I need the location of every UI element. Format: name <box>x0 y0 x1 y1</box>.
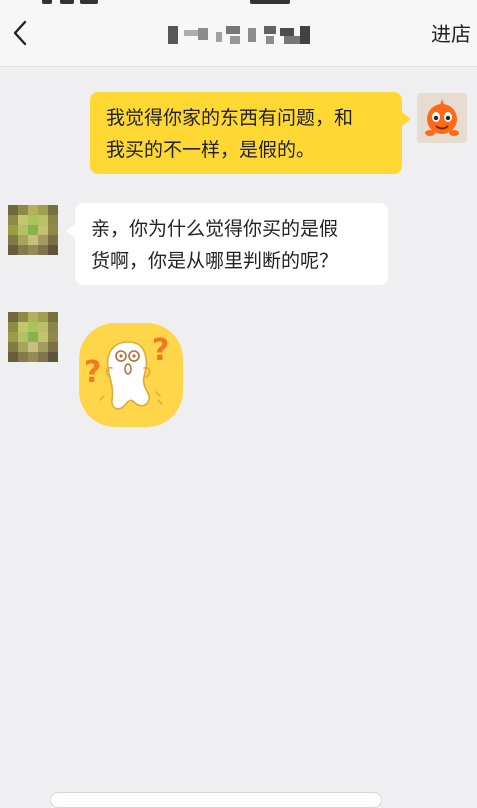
pixelated-avatar-image <box>8 205 58 255</box>
my-avatar[interactable] <box>417 93 467 143</box>
bubble-tail <box>402 112 411 126</box>
shop-title-redacted <box>168 24 312 46</box>
message-line: 我买的不一样，是假的。 <box>106 139 316 161</box>
confused-ghost-icon: ? ? <box>79 323 183 427</box>
my-message-bubble: 我觉得你家的东西有问题，和 我买的不一样，是假的。 <box>90 92 402 174</box>
navigation-bar: 进店 <box>0 0 477 67</box>
message-line: 我觉得你家的东西有问题，和 <box>106 107 354 129</box>
input-bar-edge[interactable] <box>50 792 382 808</box>
pixelated-avatar-image <box>8 312 58 362</box>
message-line: 亲，你为什么觉得你买的是假 <box>91 218 339 240</box>
confused-question-mark-sticker[interactable]: ? ? <box>78 322 184 428</box>
enter-store-button[interactable]: 进店 <box>431 22 471 46</box>
svg-text:?: ? <box>152 333 169 368</box>
svg-text:?: ? <box>84 355 101 390</box>
back-button[interactable] <box>6 18 36 48</box>
mascot-avatar-icon <box>417 93 467 143</box>
seller-message-bubble: 亲，你为什么觉得你买的是假 货啊，你是从哪里判断的呢？ <box>75 203 388 285</box>
seller-avatar[interactable] <box>8 205 58 255</box>
chevron-left-icon <box>13 20 27 46</box>
message-line: 货啊，你是从哪里判断的呢？ <box>91 250 339 272</box>
seller-avatar[interactable] <box>8 312 58 362</box>
status-bar-remnant <box>0 0 477 6</box>
bubble-tail <box>66 224 75 238</box>
